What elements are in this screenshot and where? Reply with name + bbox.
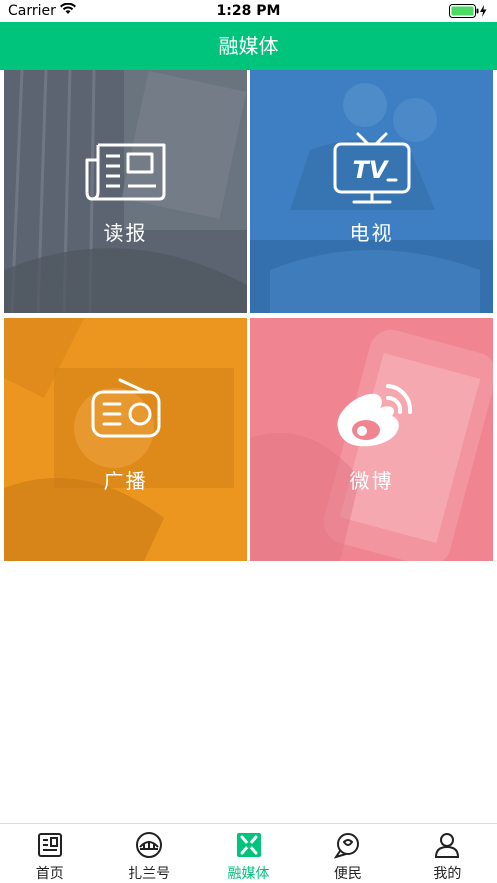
- tab-zhalan[interactable]: 扎兰号: [99, 824, 198, 883]
- tab-label: 扎兰号: [128, 866, 171, 882]
- tile-weibo[interactable]: 微博: [250, 318, 493, 561]
- weibo-icon: [332, 384, 412, 454]
- user-icon: [432, 830, 462, 860]
- tile-newspaper[interactable]: 读报: [4, 70, 247, 313]
- tab-label: 我的: [433, 866, 462, 882]
- tab-media[interactable]: 融媒体: [199, 824, 298, 883]
- tile-label: 读报: [103, 221, 148, 245]
- tile-label: 电视: [349, 221, 394, 245]
- status-bar: Carrier 1:28 PM: [0, 0, 497, 22]
- home-news-icon: [35, 830, 65, 860]
- svg-text:TV: TV: [352, 156, 389, 184]
- tv-icon: TV: [332, 130, 412, 210]
- tab-home[interactable]: 首页: [0, 824, 99, 883]
- newspaper-icon: [84, 142, 168, 206]
- radio-icon: [90, 376, 162, 444]
- clock: 1:28 PM: [216, 3, 281, 19]
- tile-label: 广播: [103, 469, 148, 493]
- battery-icon: [449, 4, 489, 22]
- page-title: 融媒体: [218, 34, 279, 58]
- tile-label: 微博: [349, 469, 394, 493]
- tab-label: 首页: [35, 866, 64, 882]
- tab-label: 融媒体: [227, 866, 270, 882]
- tile-tv[interactable]: TV 电视: [250, 70, 493, 313]
- tile-radio[interactable]: 广播: [4, 318, 247, 561]
- tab-bar: 首页 扎兰号 融媒体 便民 我的: [0, 823, 497, 883]
- tab-service[interactable]: 便民: [298, 824, 397, 883]
- navbar: 融媒体: [0, 22, 497, 70]
- media-icon: [234, 830, 264, 860]
- tab-label: 便民: [333, 866, 362, 882]
- bridge-icon: [134, 830, 164, 860]
- service-icon: [333, 830, 363, 860]
- tab-profile[interactable]: 我的: [398, 824, 497, 883]
